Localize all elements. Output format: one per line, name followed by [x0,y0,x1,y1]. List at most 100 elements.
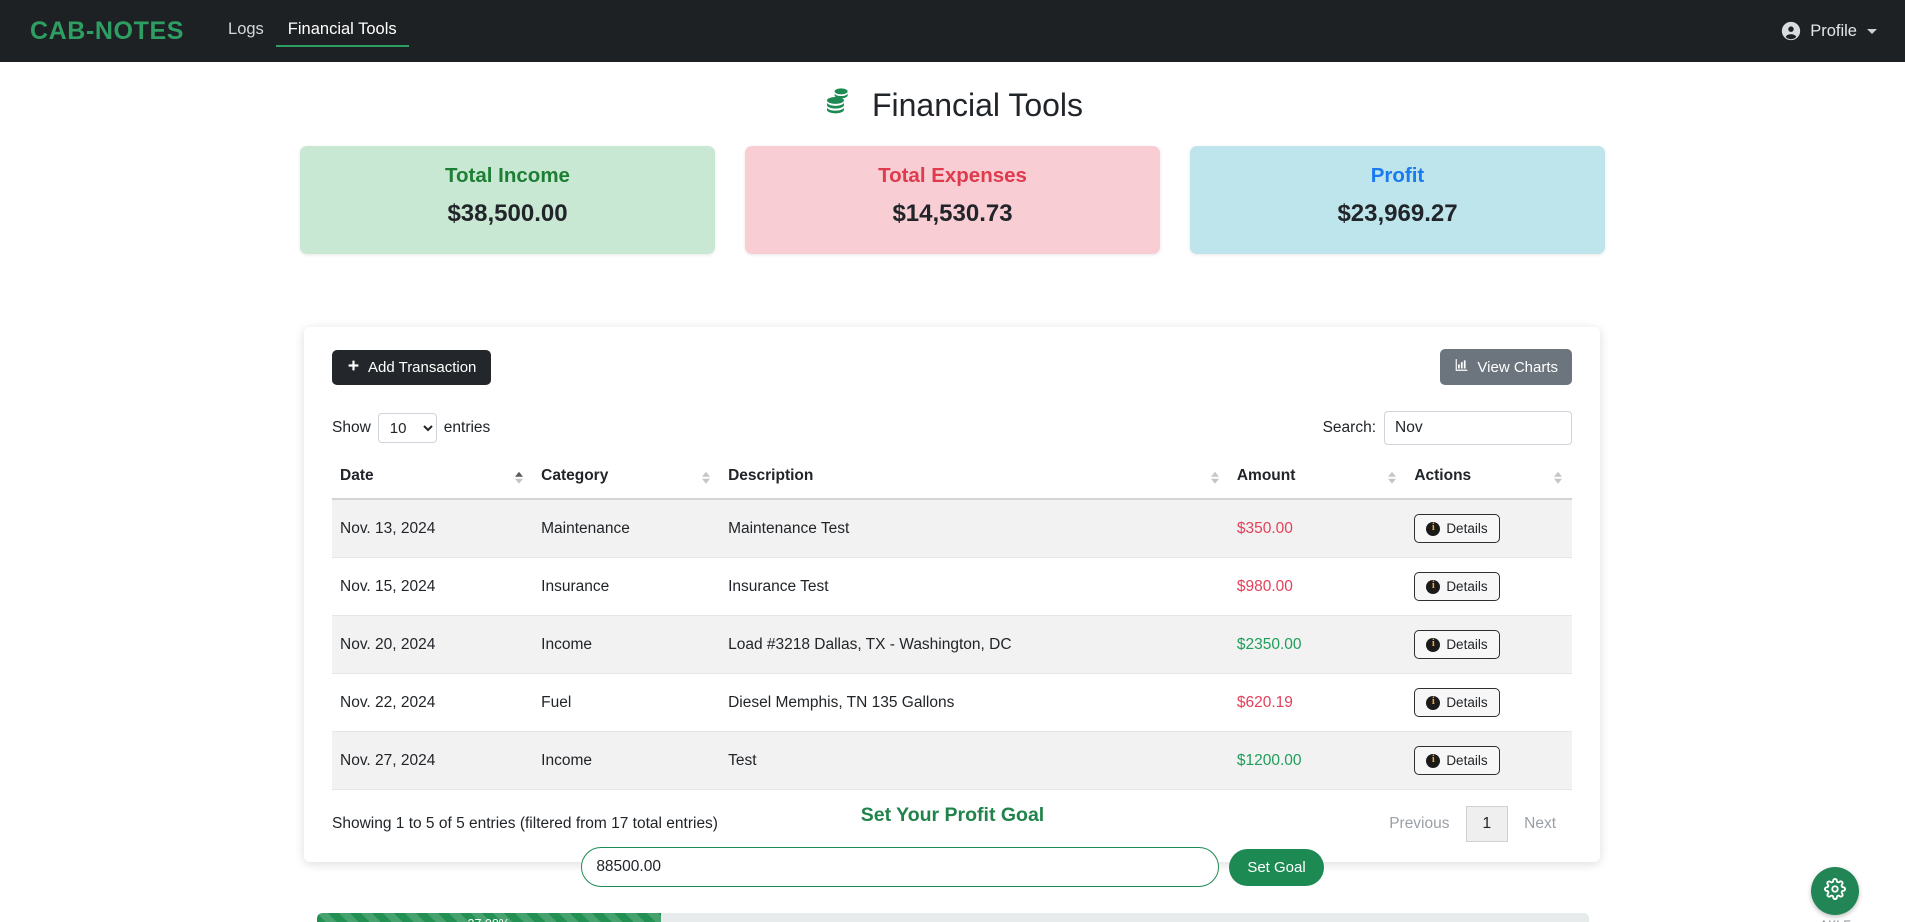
card-value: $23,969.27 [1337,200,1458,227]
column-header-amount[interactable]: Amount [1228,459,1407,500]
profit-goal-title: Set Your Profit Goal [860,804,1045,826]
summary-card-profit: Profit $23,969.27 [1190,146,1605,254]
details-label: Details [1446,521,1488,536]
details-button[interactable]: i Details [1414,514,1500,543]
profit-goal-section: Set Your Profit Goal Set Goal 27.08% You… [0,804,1905,922]
cell-actions: i Details [1406,673,1572,732]
card-value: $38,500.00 [447,200,568,227]
page-body: Financial Tools Total Income $38,500.00 … [0,84,1905,922]
details-button[interactable]: i Details [1414,688,1500,717]
search-input[interactable] [1384,411,1572,445]
search-label: Search: [1322,419,1376,436]
transactions-panel: Add Transaction View Charts Show 10 entr… [304,327,1600,862]
view-charts-label: View Charts [1477,358,1558,376]
table-row: Nov. 27, 2024 Income Test $1200.00 i Details [332,731,1572,790]
coins-icon [822,84,856,126]
transactions-table: Date Category Description Amount Actions… [332,459,1572,790]
plus-icon [347,359,360,376]
table-body: Nov. 13, 2024 Maintenance Maintenance Test… [332,499,1572,790]
table-row: Nov. 15, 2024 Insurance Insurance Test $980… [332,557,1572,616]
summary-card-total-income: Total Income $38,500.00 [300,146,715,254]
table-header-row: Date Category Description Amount Actions [332,459,1572,500]
column-label: Amount [1236,467,1296,484]
profit-goal-form: Set Goal [0,847,1905,887]
card-title: Total Income [445,164,570,187]
details-button[interactable]: i Details [1414,746,1500,775]
gear-icon [1824,877,1846,905]
cell-date: Nov. 13, 2024 [332,499,534,558]
profit-goal-progress-bar: 27.08% [316,913,661,922]
info-icon: i [1426,521,1441,536]
view-charts-button[interactable]: View Charts [1440,349,1572,385]
cell-date: Nov. 22, 2024 [332,673,534,732]
cell-category: Fuel [533,673,721,732]
add-transaction-label: Add Transaction [368,358,477,376]
profile-label: Profile [1810,21,1857,40]
page-length-control: Show 10 25 50 100 entries [332,413,490,443]
sort-arrows-icon [515,471,524,484]
nav-link-logs[interactable]: Logs [216,0,276,62]
brand-logo[interactable]: CAB-NOTES [30,17,184,46]
cell-category: Maintenance [533,499,721,558]
profit-goal-progress-track: 27.08% [316,913,1589,922]
page-length-select[interactable]: 10 25 50 100 [377,413,437,443]
table-row: Nov. 13, 2024 Maintenance Maintenance Test… [332,499,1572,558]
cell-category: Insurance [533,557,721,616]
search-control: Search: [1323,411,1572,445]
cell-description: Test [720,731,1229,790]
cell-actions: i Details [1406,557,1572,616]
info-icon: i [1426,753,1441,768]
profile-menu[interactable]: Profile [1780,20,1877,42]
summary-card-total-expenses: Total Expenses $14,530.73 [745,146,1160,254]
sort-arrows-icon [1554,471,1562,484]
cell-amount: $1200.00 [1228,731,1407,790]
progress-label: 27.08% [468,917,510,922]
column-header-actions[interactable]: Actions [1406,459,1572,500]
column-header-category[interactable]: Category [533,459,721,500]
details-label: Details [1446,753,1488,768]
table-head: Date Category Description Amount Actions [332,459,1572,500]
nav-link-financial-tools[interactable]: Financial Tools [275,0,409,62]
bar-chart-icon [1454,358,1469,376]
cell-description: Insurance Test [720,557,1229,616]
sort-arrows-icon [1388,471,1397,484]
cell-description: Load #3218 Dallas, TX - Washington, DC [720,615,1229,674]
cell-amount: $980.00 [1228,557,1407,616]
cell-amount: $2350.00 [1228,615,1407,674]
column-label: Date [340,467,374,484]
set-goal-button[interactable]: Set Goal [1229,848,1324,886]
card-title: Total Expenses [878,164,1027,187]
top-navbar: CAB-NOTES Logs Financial Tools Profile [0,0,1905,62]
table-row: Nov. 20, 2024 Income Load #3218 Dallas, TX… [332,615,1572,674]
page-title: Financial Tools [0,84,1905,126]
page-title-text: Financial Tools [871,86,1084,123]
details-button[interactable]: i Details [1414,630,1500,659]
details-label: Details [1446,637,1488,652]
column-header-date[interactable]: Date [332,459,534,500]
cell-amount: $350.00 [1228,499,1407,558]
details-label: Details [1446,579,1488,594]
cell-actions: i Details [1406,615,1572,674]
axle-assistant: AXLE [1793,867,1877,922]
show-label: Show [332,419,371,436]
info-icon: i [1426,579,1441,594]
cell-category: Income [533,731,721,790]
sort-arrows-icon [1210,471,1219,484]
axle-fab-button[interactable] [1811,867,1859,915]
user-circle-icon [1780,20,1802,42]
column-label: Description [728,467,814,484]
add-transaction-button[interactable]: Add Transaction [332,349,492,385]
profit-goal-input[interactable] [581,847,1220,887]
details-button[interactable]: i Details [1414,572,1500,601]
chevron-down-icon [1867,28,1877,34]
summary-cards: Total Income $38,500.00 Total Expenses $… [0,146,1905,254]
cell-actions: i Details [1406,731,1572,790]
card-value: $14,530.73 [892,200,1013,227]
nav-links: Logs Financial Tools [216,0,409,62]
cell-date: Nov. 15, 2024 [332,557,534,616]
column-header-description[interactable]: Description [720,459,1229,500]
entries-label: entries [443,419,491,436]
cell-date: Nov. 27, 2024 [332,731,534,790]
info-icon: i [1426,695,1441,710]
table-row: Nov. 22, 2024 Fuel Diesel Memphis, TN 135 … [332,673,1572,732]
